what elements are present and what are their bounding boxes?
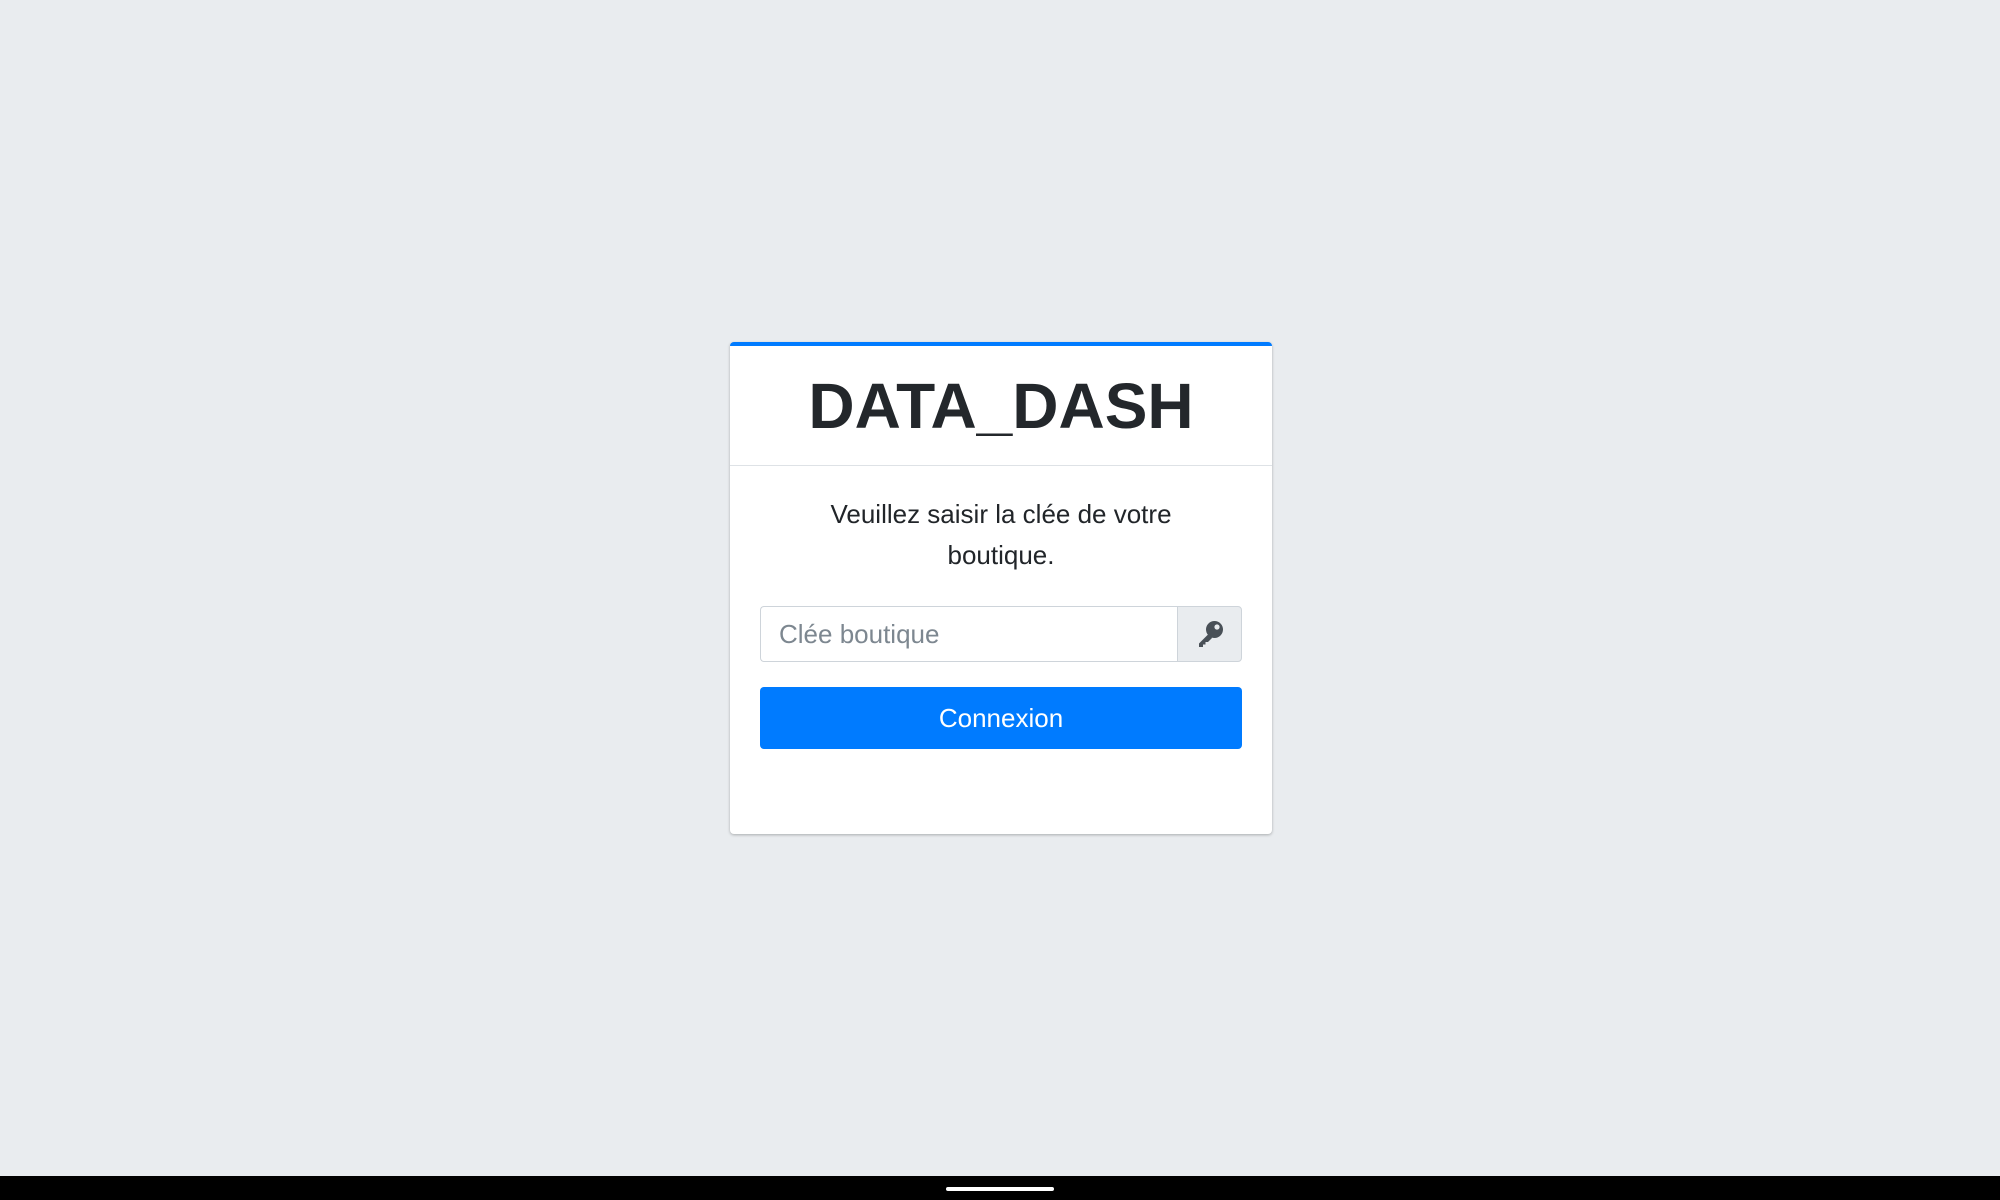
login-message: Veuillez saisir la clée de votre boutiqu… <box>830 499 1172 570</box>
login-card: DATA_DASH Veuillez saisir la clée de vot… <box>730 342 1272 834</box>
key-addon <box>1177 606 1242 662</box>
card-header: DATA_DASH <box>730 346 1272 466</box>
system-navigation-bar <box>0 1176 2000 1200</box>
key-icon <box>1198 621 1223 647</box>
login-page: { "app": { "title": "DATA_DASH" }, "logi… <box>0 0 2000 1200</box>
home-indicator[interactable] <box>946 1187 1054 1191</box>
app-title: DATA_DASH <box>808 369 1194 442</box>
card-body: Veuillez saisir la clée de votre boutiqu… <box>730 466 1272 749</box>
shop-key-input-group <box>760 606 1242 662</box>
login-button[interactable]: Connexion <box>760 687 1242 749</box>
shop-key-input[interactable] <box>760 606 1177 662</box>
